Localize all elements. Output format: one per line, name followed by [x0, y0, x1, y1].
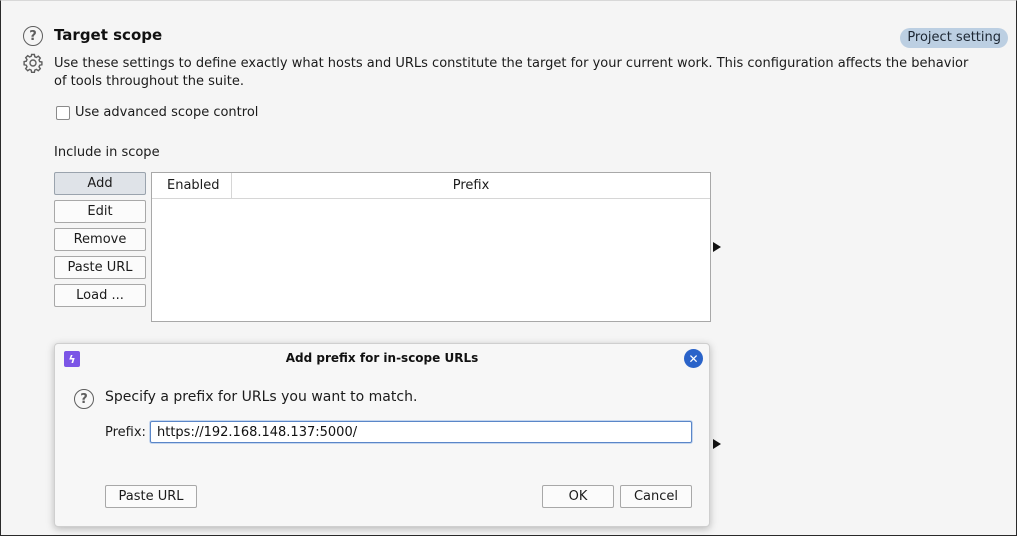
dialog-message: Specify a prefix for URLs you want to ma…: [105, 389, 418, 405]
page-description: Use these settings to define exactly wha…: [54, 56, 969, 89]
close-icon[interactable]: ✕: [684, 349, 703, 368]
settings-panel: ? Target scope Project setting Use these…: [0, 0, 1017, 536]
cancel-button[interactable]: Cancel: [620, 485, 692, 508]
prefix-input[interactable]: [150, 421, 692, 443]
project-setting-badge: Project setting: [900, 28, 1008, 48]
add-prefix-dialog: ϟ Add prefix for in-scope URLs ✕ ? Speci…: [54, 343, 710, 527]
page-title: Target scope: [54, 26, 163, 44]
column-enabled[interactable]: Enabled: [152, 173, 232, 198]
add-button[interactable]: Add: [54, 172, 146, 195]
edit-button[interactable]: Edit: [54, 200, 146, 223]
load-button[interactable]: Load ...: [54, 284, 146, 307]
dialog-title: Add prefix for in-scope URLs: [285, 351, 479, 365]
expand-arrow-icon[interactable]: [713, 242, 721, 252]
help-icon: ?: [74, 389, 94, 409]
dialog-title-bar[interactable]: ϟ Add prefix for in-scope URLs ✕: [55, 344, 709, 373]
dialog-paste-url-button[interactable]: Paste URL: [105, 485, 197, 508]
advanced-scope-checkbox[interactable]: [56, 105, 70, 120]
include-in-scope-label: Include in scope: [54, 145, 160, 160]
advanced-scope-row[interactable]: Use advanced scope control: [56, 105, 258, 120]
gear-icon[interactable]: [23, 53, 43, 73]
advanced-scope-label[interactable]: Use advanced scope control: [75, 105, 258, 120]
paste-url-button[interactable]: Paste URL: [54, 256, 146, 279]
prefix-label: Prefix:: [105, 425, 146, 440]
table-header: Enabled Prefix: [152, 173, 710, 199]
ok-button[interactable]: OK: [542, 485, 614, 508]
help-icon[interactable]: ?: [23, 26, 43, 46]
column-prefix[interactable]: Prefix: [232, 173, 710, 198]
remove-button[interactable]: Remove: [54, 228, 146, 251]
expand-arrow-icon[interactable]: [713, 439, 721, 449]
include-scope-table[interactable]: Enabled Prefix: [151, 172, 711, 322]
